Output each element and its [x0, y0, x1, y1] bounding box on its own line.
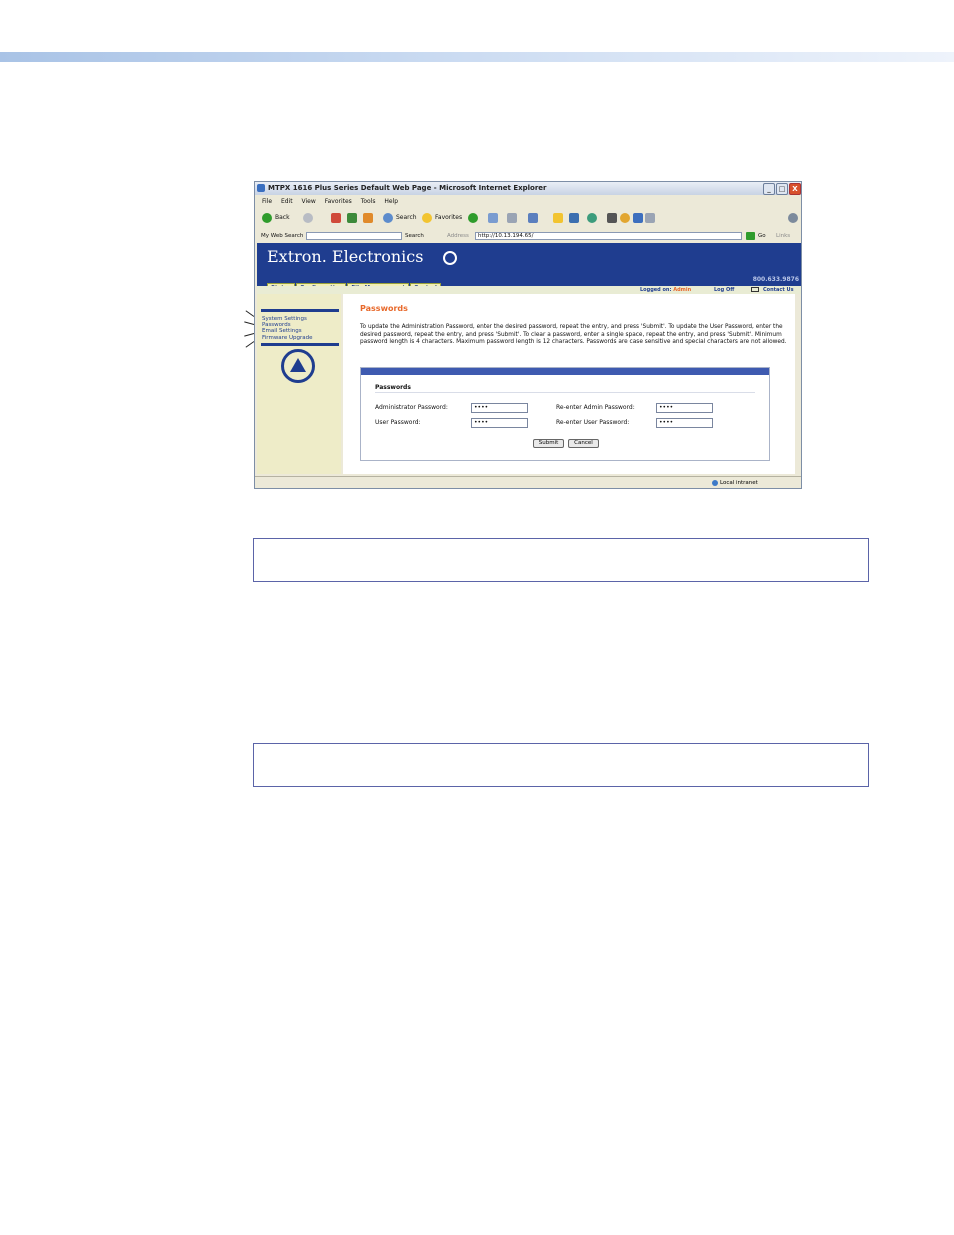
site-brand[interactable]: Extron. Electronics [267, 247, 423, 266]
minimize-button[interactable]: _ [763, 183, 775, 195]
print-icon[interactable] [507, 213, 517, 223]
site-banner: Extron. Electronics StatusConfigurationF… [257, 243, 801, 292]
sidebar-divider [261, 309, 339, 312]
log-off-link[interactable]: Log Off [714, 286, 734, 294]
logged-on-status: Logged on: Admin [640, 286, 691, 294]
menu-edit[interactable]: Edit [281, 198, 293, 205]
note-box [253, 743, 869, 787]
menu-tools[interactable]: Tools [361, 198, 376, 205]
browser-toolbar: Back Search Favorites [255, 209, 801, 227]
forward-arrow-icon[interactable] [303, 213, 313, 223]
research-icon[interactable] [569, 213, 579, 223]
go-arrow-icon[interactable] [746, 232, 755, 240]
main-content: Passwords To update the Administration P… [343, 294, 795, 474]
password-form: Passwords Administrator Password: •••• R… [360, 367, 770, 461]
user-password-field[interactable]: •••• [471, 418, 528, 428]
stop-icon[interactable] [331, 213, 341, 223]
submit-button[interactable]: Submit [533, 439, 564, 448]
intranet-zone-icon [712, 480, 718, 486]
edit-icon[interactable] [528, 213, 538, 223]
addon-icon[interactable] [620, 213, 630, 223]
sidebar-item-email-settings[interactable]: Email Settings [262, 328, 302, 334]
back-button[interactable]: Back [275, 209, 290, 227]
page-header-band [0, 52, 954, 62]
web-search-button[interactable]: Search [405, 230, 424, 242]
extron-emblem-icon [281, 349, 315, 383]
browser-window: MTPX 1616 Plus Series Default Web Page -… [254, 181, 802, 489]
form-header-bar [361, 368, 769, 375]
form-section-title: Passwords [375, 384, 411, 391]
page-icon[interactable] [645, 213, 655, 223]
page-title: Passwords [360, 304, 408, 313]
admin-password-label: Administrator Password: [375, 404, 448, 411]
address-input[interactable]: http://10.13.194.65/ [475, 232, 742, 240]
callout-mark [244, 333, 255, 337]
maximize-button[interactable]: □ [776, 183, 788, 195]
window-title: MTPX 1616 Plus Series Default Web Page -… [268, 184, 547, 192]
ie-icon [257, 184, 265, 192]
menu-bar: File Edit View Favorites Tools Help [255, 196, 801, 207]
phone-number: 800.633.9876 [752, 276, 799, 283]
extron-logo-icon [443, 251, 457, 265]
tools-icon[interactable] [607, 213, 617, 223]
cursor-icon[interactable] [633, 213, 643, 223]
user-password-label: User Password: [375, 419, 421, 426]
favorites-button[interactable]: Favorites [435, 209, 462, 227]
callout-mark [244, 321, 255, 325]
menu-help[interactable]: Help [384, 198, 398, 205]
callout-mark [245, 341, 255, 348]
logged-on-user: Admin [673, 287, 692, 293]
password-instructions: To update the Administration Password, e… [360, 324, 787, 345]
search-icon[interactable] [383, 213, 393, 223]
messenger-icon[interactable] [587, 213, 597, 223]
cancel-button[interactable]: Cancel [568, 439, 599, 448]
window-titlebar: MTPX 1616 Plus Series Default Web Page -… [255, 182, 801, 195]
sidebar: System Settings Passwords Email Settings… [257, 294, 341, 474]
reenter-admin-password-field[interactable]: •••• [656, 403, 713, 413]
back-arrow-icon[interactable] [262, 213, 272, 223]
reenter-user-password-field[interactable]: •••• [656, 418, 713, 428]
note-box [253, 538, 869, 582]
status-bar: Local intranet [255, 476, 801, 488]
form-divider [375, 392, 755, 393]
logged-on-label: Logged on: [640, 287, 672, 293]
menu-file[interactable]: File [262, 198, 272, 205]
address-label: Address [447, 233, 469, 239]
refresh-icon[interactable] [347, 213, 357, 223]
sidebar-item-firmware-upgrade[interactable]: Firmware Upgrade [262, 335, 312, 341]
menu-view[interactable]: View [302, 198, 316, 205]
web-search-input[interactable] [306, 232, 402, 240]
search-button[interactable]: Search [396, 209, 417, 227]
callout-mark [245, 310, 255, 317]
mail-icon[interactable] [488, 213, 498, 223]
links-label[interactable]: Links [776, 230, 790, 242]
favorites-star-icon[interactable] [422, 213, 432, 223]
folder-icon[interactable] [553, 213, 563, 223]
home-icon[interactable] [363, 213, 373, 223]
contact-us-link[interactable]: Contact Us [763, 286, 794, 294]
address-bar: My Web Search Search Address http://10.1… [255, 230, 801, 242]
menu-favorites[interactable]: Favorites [325, 198, 352, 205]
user-bar: Logged on: Admin Log Off Contact Us [257, 286, 801, 294]
reenter-admin-password-label: Re-enter Admin Password: [556, 404, 635, 411]
go-button[interactable]: Go [758, 230, 766, 242]
admin-password-field[interactable]: •••• [471, 403, 528, 413]
settings-icon[interactable] [788, 213, 798, 223]
reenter-user-password-label: Re-enter User Password: [556, 419, 630, 426]
security-zone-label: Local intranet [720, 480, 758, 486]
history-icon[interactable] [468, 213, 478, 223]
envelope-icon [751, 287, 759, 292]
close-button[interactable]: X [789, 183, 801, 195]
my-web-search-label: My Web Search [261, 233, 304, 239]
sidebar-divider [261, 343, 339, 346]
